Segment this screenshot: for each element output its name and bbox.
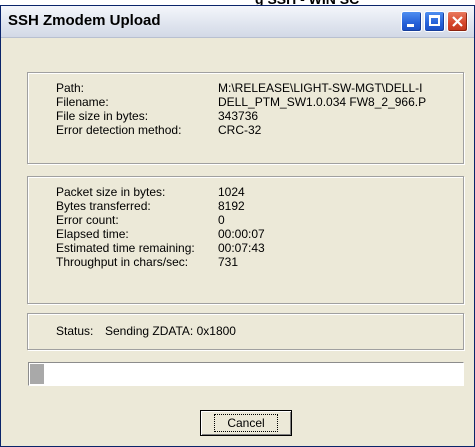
window-title: SSH Zmodem Upload	[8, 12, 161, 29]
title-bar[interactable]: SSH Zmodem Upload	[1, 6, 474, 38]
error-method-value: CRC-32	[218, 123, 262, 137]
file-size-label: File size in bytes:	[56, 109, 149, 123]
time-remaining-label: Estimated time remaining:	[56, 241, 195, 255]
filename-label: Filename:	[56, 95, 109, 109]
file-size-value: 343736	[218, 109, 259, 123]
time-remaining-value: 00:07:43	[218, 241, 265, 255]
path-label: Path:	[56, 81, 85, 95]
throughput-label: Throughput in chars/sec:	[56, 255, 189, 269]
close-icon[interactable]	[447, 11, 468, 32]
status-value: Sending ZDATA: 0x1800	[105, 324, 236, 338]
packet-size-value: 1024	[218, 185, 245, 199]
upload-progress-bar	[28, 362, 464, 386]
error-count-value: 0	[218, 213, 225, 227]
minimize-icon[interactable]	[401, 11, 422, 32]
progress-fill	[30, 364, 44, 384]
error-count-label: Error count:	[56, 213, 119, 227]
bytes-transferred-value: 8192	[218, 199, 245, 213]
elapsed-time-value: 00:00:07	[218, 227, 265, 241]
throughput-value: 731	[218, 255, 239, 269]
maximize-icon[interactable]	[424, 11, 445, 32]
cancel-button-label: Cancel	[214, 414, 278, 432]
bytes-transferred-label: Bytes transferred:	[56, 199, 151, 213]
packet-size-label: Packet size in bytes:	[56, 185, 166, 199]
elapsed-time-label: Elapsed time:	[56, 227, 129, 241]
path-value: M:\RELEASE\LIGHT-SW-MGT\DELL-I	[218, 81, 423, 95]
filename-value: DELL_PTM_SW1.0.034 FW8_2_966.P	[218, 95, 427, 109]
cancel-button[interactable]: Cancel	[200, 410, 292, 436]
error-method-label: Error detection method:	[56, 123, 182, 137]
status-label: Status:	[56, 324, 94, 338]
zmodem-upload-dialog: SSH Zmodem Upload Path: M:\RELEASE\LIGHT…	[0, 5, 475, 447]
